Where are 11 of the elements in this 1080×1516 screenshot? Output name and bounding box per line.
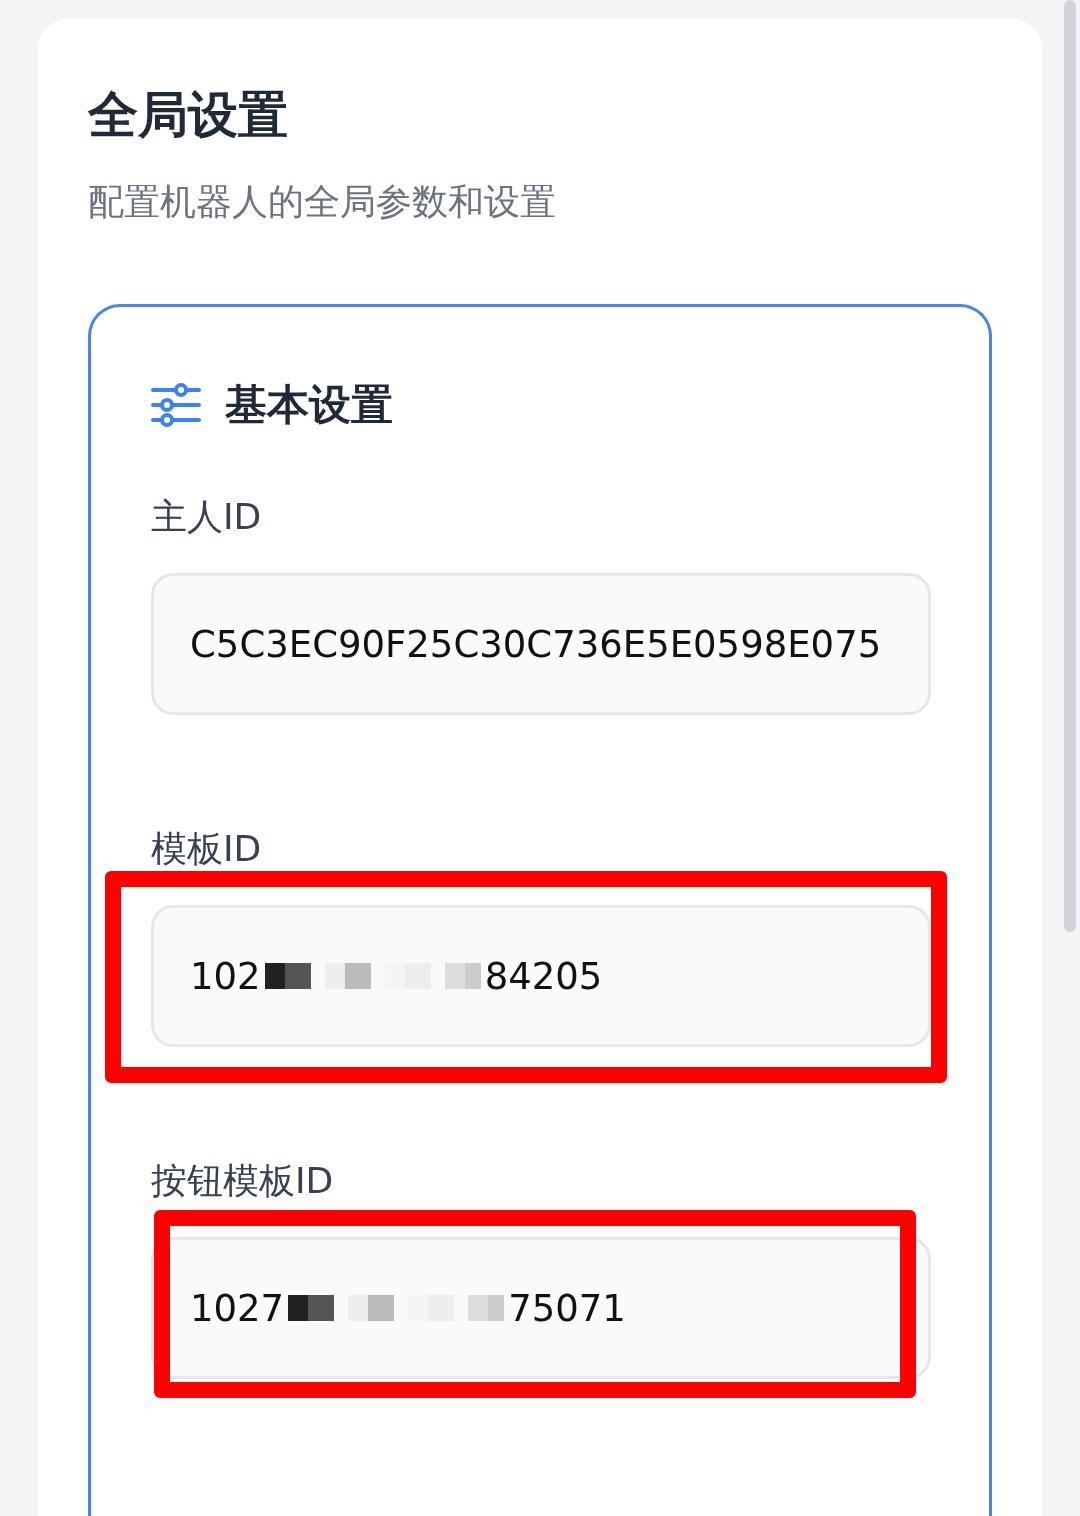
field-label: 主人ID — [151, 499, 263, 535]
section-title: 基本设置 — [225, 379, 393, 431]
field-label: 模板ID — [151, 831, 263, 867]
sliders-icon — [151, 383, 201, 427]
input-field[interactable]: 102 84205 — [151, 905, 931, 1047]
page-title: 全局设置 — [88, 90, 289, 140]
page-subtitle: 配置机器人的全局参数和设置 — [88, 184, 557, 220]
input-field[interactable]: C5C3EC90F25C30C736E5E0598E075 — [151, 573, 931, 715]
scrollbar[interactable] — [1064, 0, 1076, 932]
input-field[interactable]: 1027 75071 — [151, 1237, 931, 1379]
field-label: 按钮模板ID — [151, 1163, 335, 1199]
